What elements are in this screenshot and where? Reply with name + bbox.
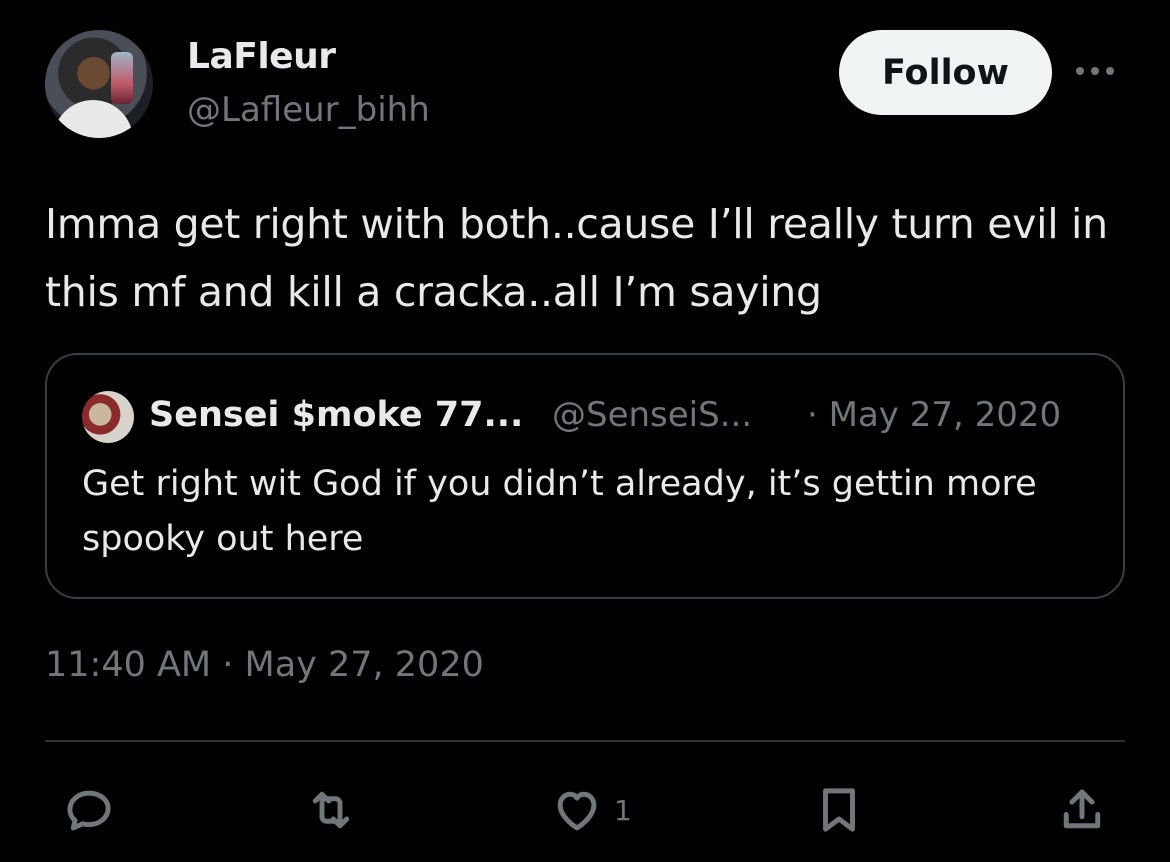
- avatar-bottle: [111, 52, 133, 104]
- more-options-icon[interactable]: [1076, 56, 1126, 86]
- divider: [45, 740, 1125, 742]
- more-dot: [1091, 67, 1099, 75]
- quoted-avatar: [82, 391, 134, 443]
- bookmark-icon: [823, 788, 855, 832]
- author-name[interactable]: LaFleur: [187, 36, 336, 77]
- like-count: 1: [614, 793, 632, 827]
- share-button[interactable]: [1055, 782, 1109, 838]
- quoted-text: Get right wit God if you didn’t already,…: [82, 464, 1037, 559]
- retweet-icon: [312, 791, 350, 829]
- quoted-date: · May 27, 2020: [807, 395, 1062, 435]
- tweet-timestamp[interactable]: 11:40 AM · May 27, 2020: [45, 645, 484, 685]
- heart-icon: [557, 791, 597, 831]
- tweet-text: Imma get right with both..cause I’ll rea…: [45, 200, 1108, 316]
- author-handle[interactable]: @Lafleur_bihh: [187, 90, 430, 130]
- like-button[interactable]: 1: [550, 782, 632, 838]
- share-icon: [1063, 789, 1101, 829]
- avatar-shirt: [53, 100, 133, 138]
- retweet-button[interactable]: [304, 782, 358, 838]
- bookmark-button[interactable]: [812, 782, 866, 838]
- quoted-author-name: Sensei $moke 77...: [149, 395, 524, 435]
- quoted-author-handle: @SenseiS...: [552, 395, 753, 435]
- follow-button[interactable]: Follow: [839, 30, 1052, 115]
- more-dot: [1076, 67, 1084, 75]
- author-avatar[interactable]: [45, 30, 153, 138]
- reply-button[interactable]: [62, 782, 116, 838]
- more-dot: [1106, 67, 1114, 75]
- reply-icon: [67, 790, 111, 831]
- quoted-tweet[interactable]: Sensei $moke 77... @SenseiS... · May 27,…: [45, 353, 1125, 599]
